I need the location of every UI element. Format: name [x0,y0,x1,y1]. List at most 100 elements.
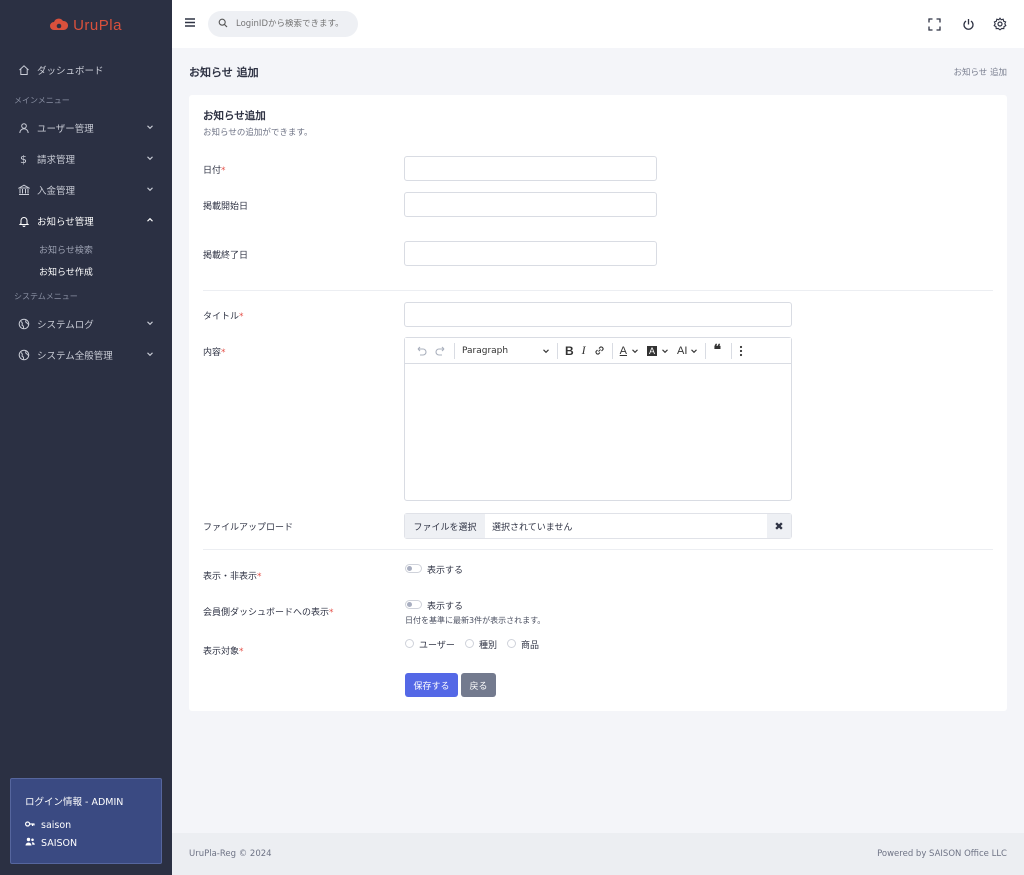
visibility-label-text: 表示・非表示 [203,572,258,582]
target-type-radio[interactable] [465,639,474,648]
blockquote-icon[interactable]: ❝ [709,341,725,361]
sidebar-item-label: システム全般管理 [37,351,113,362]
chevron-down-icon [146,319,154,330]
toolbar-separator [454,342,455,359]
required-mark: * [329,608,334,618]
login-username: saison [41,820,72,831]
app-logo[interactable]: UruPla [0,10,172,40]
chevron-down-icon [146,185,154,196]
background-color-icon[interactable]: A [643,341,673,361]
dollar-icon: $ [20,152,27,166]
globe-icon [17,349,30,362]
form-title: お知らせ追加 [203,110,266,122]
file-clear-button[interactable]: ✖ [767,514,791,538]
back-button[interactable]: 戻る [461,673,496,697]
fullscreen-icon[interactable] [926,16,942,32]
start-date-label: 掲載開始日 [203,202,249,212]
sidebar-item-label: ダッシュボード [37,66,104,77]
file-select-button[interactable]: ファイルを選択 [405,514,485,538]
sidebar-item-payment[interactable]: 入金管理 [0,177,172,203]
target-product-label: 商品 [521,641,540,651]
paragraph-style-dropdown[interactable]: Paragraph [458,341,554,361]
sidebar-item-label: ユーザー管理 [37,124,94,135]
chevron-up-icon [146,216,154,227]
required-mark: * [239,312,244,322]
breadcrumb[interactable]: お知らせ 追加 [953,66,1007,78]
gear-icon[interactable] [992,16,1008,32]
visibility-toggle[interactable] [405,564,422,573]
file-upload-label: ファイルアップロード [203,523,294,533]
chevron-down-icon [146,154,154,165]
link-icon[interactable] [590,341,609,361]
title-label: タイトル* [203,309,244,322]
sidebar-subitem-notice-create[interactable]: お知らせ作成 [39,265,93,278]
login-company: SAISON [41,837,78,849]
sidebar-item-notice[interactable]: お知らせ管理 [0,208,172,234]
italic-icon[interactable]: I [578,341,590,361]
search-input[interactable] [236,19,354,29]
toolbar-separator [730,342,732,359]
undo-icon[interactable] [411,341,431,361]
chevron-down-icon [543,348,549,353]
font-color-icon[interactable]: A [616,341,643,361]
form-subtitle: お知らせの追加ができます。 [203,128,313,138]
search-icon [218,18,228,31]
bank-icon [17,184,30,197]
page-title: お知らせ 追加 [189,66,259,79]
chevron-down-icon [146,123,154,134]
power-icon[interactable] [960,16,976,32]
font-size-icon[interactable]: AI [673,341,702,361]
sidebar-item-label: 請求管理 [37,155,76,166]
cloud-logo-icon [50,17,69,34]
target-user-label: ユーザー [419,641,455,651]
user-icon [17,122,30,135]
more-options-icon[interactable] [735,341,747,361]
end-date-label: 掲載終了日 [203,251,249,261]
redo-icon[interactable] [431,341,451,361]
rich-text-editor: Paragraph B I A A AI ❝ [404,337,792,501]
main-menu-label: メインメニュー [14,96,70,105]
sidebar: UruPla ダッシュボード メインメニュー ユーザー管理 $ 請求管理 入金管… [0,0,172,875]
top-bar [172,0,1024,48]
paragraph-style-label: Paragraph [462,345,509,356]
display-target-label: 表示対象* [203,644,244,657]
date-label: 日付* [203,163,226,176]
sidebar-item-user-management[interactable]: ユーザー管理 [0,115,172,141]
toolbar-separator [611,342,613,359]
required-mark: * [221,348,226,358]
section-divider [203,290,993,291]
visibility-label: 表示・非表示* [203,569,262,582]
section-divider [203,549,993,550]
file-status-text: 選択されていません [492,522,573,533]
title-label-text: タイトル [203,312,240,322]
sidebar-item-dashboard[interactable]: ダッシュボード [0,57,172,83]
sidebar-item-system-general[interactable]: システム全般管理 [0,342,172,368]
title-input[interactable] [404,302,792,327]
sidebar-subitem-notice-search[interactable]: お知らせ検索 [39,243,93,256]
sidebar-item-system-log[interactable]: システムログ [0,311,172,337]
sidebar-item-billing[interactable]: $ 請求管理 [0,146,172,172]
end-date-input[interactable] [404,241,657,266]
bold-icon[interactable]: B [561,341,578,361]
target-product-radio[interactable] [507,639,516,648]
editor-content-area[interactable] [405,364,791,500]
globe-icon [17,318,30,331]
date-input[interactable] [404,156,657,181]
chevron-down-icon [146,350,154,361]
login-info-title: ログイン情報 - ADMIN [25,797,124,808]
notice-form-card: お知らせ追加 お知らせの追加ができます。 日付* 掲載開始日 掲載終了日 タイト… [189,95,1007,711]
save-button[interactable]: 保存する [405,673,458,697]
member-dashboard-label: 会員側ダッシュボードへの表示* [203,605,334,618]
toolbar-separator [705,342,707,359]
member-dashboard-toggle[interactable] [405,600,422,609]
file-upload-field: ファイルを選択 選択されていません ✖ [404,513,792,539]
hamburger-menu-icon[interactable] [184,17,196,31]
member-dashboard-label-text: 会員側ダッシュボードへの表示 [203,608,330,618]
login-info-box: ログイン情報 - ADMIN saison SAISON [10,778,162,864]
bell-icon [17,215,30,228]
target-user-radio[interactable] [405,639,414,648]
search-box [208,11,358,37]
start-date-input[interactable] [404,192,657,217]
system-menu-label: システムメニュー [14,292,78,301]
content-label-text: 内容 [203,348,222,358]
